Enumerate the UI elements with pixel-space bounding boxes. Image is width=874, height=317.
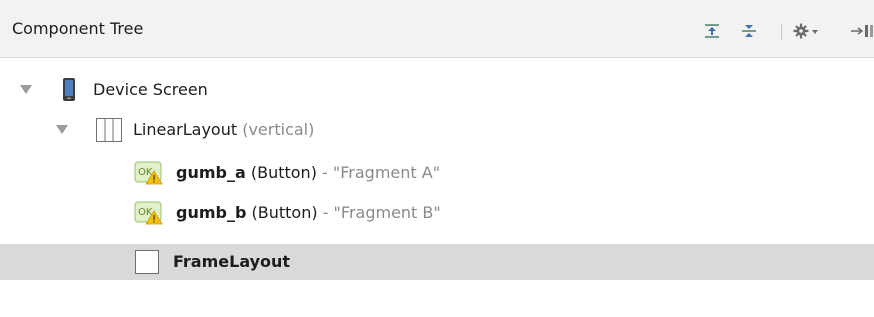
expand-all-icon[interactable] [703,22,721,40]
hide-panel-icon[interactable] [849,22,874,40]
tree-text-fragment-a: - "Fragment A" [322,163,441,182]
device-phone-icon [62,77,76,106]
tree-label-gumb-a: gumb_a [176,163,246,182]
tree-row-device-screen[interactable]: Device Screen [0,72,874,108]
linear-layout-icon [96,118,122,146]
tree-row-gumb-b[interactable]: OK gumb_b (Button) - "Fragment B" [0,195,874,231]
tree-label-frame-layout: FrameLayout [173,252,291,271]
collapse-all-icon[interactable] [740,22,758,40]
tree-label-gumb-b: gumb_b [176,203,247,222]
tree-type-button: (Button) [251,203,318,222]
button-warning-icon: OK [134,161,164,189]
panel-header: Component Tree [0,0,874,58]
tree-type-button: (Button) [250,163,317,182]
tree-detail-orientation: (vertical) [242,120,315,139]
component-tree-panel: Component Tree Device Screen LinearLayou… [0,0,874,317]
frame-layout-icon [135,250,159,278]
tree-row-frame-layout[interactable]: FrameLayout [0,244,874,280]
tree-label-linear-layout: LinearLayout [133,120,238,139]
tree-row-linear-layout[interactable]: LinearLayout (vertical) [0,112,874,148]
tree-label-device-screen: Device Screen [93,80,208,99]
tree-row-gumb-a[interactable]: OK gumb_a (Button) - "Fragment A" [0,155,874,191]
button-warning-icon: OK [134,201,164,229]
toolbar-separator [781,24,782,40]
panel-title: Component Tree [12,19,144,38]
gear-icon[interactable] [793,22,821,40]
expand-arrow-icon[interactable] [56,125,68,134]
expand-arrow-icon[interactable] [20,85,32,94]
tree-text-fragment-b: - "Fragment B" [322,203,441,222]
